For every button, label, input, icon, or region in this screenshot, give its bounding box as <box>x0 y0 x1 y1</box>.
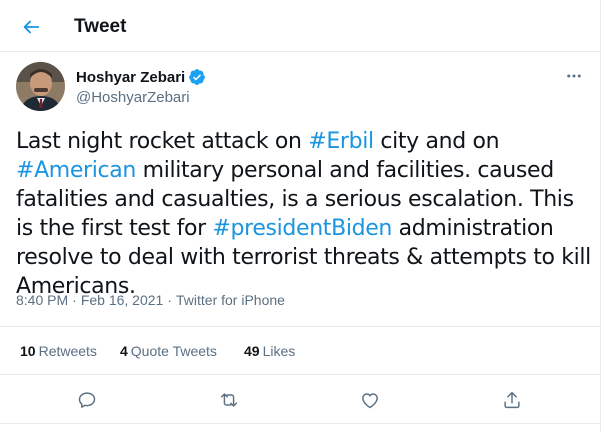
meta-separator: · <box>167 292 172 308</box>
tweet-actions <box>0 376 600 424</box>
tweet-page: Tweet Hoshyar Zebari @HoshyarZebari Last… <box>0 0 606 432</box>
tweet-date[interactable]: Feb 16, 2021 <box>81 292 164 308</box>
tweet-text-segment: city and on <box>373 129 500 154</box>
avatar-photo-icon <box>16 62 65 111</box>
engagement-stats: 10 Retweets 4 Quote Tweets 49 Likes <box>0 326 600 375</box>
tweet-meta: 8:40 PM · Feb 16, 2021 · Twitter for iPh… <box>16 292 285 308</box>
likes-label: Likes <box>262 343 296 359</box>
verified-badge-icon <box>189 69 206 85</box>
user-handle[interactable]: @HoshyarZebari <box>76 89 190 106</box>
column-border <box>600 0 601 432</box>
more-options-button[interactable] <box>562 64 586 88</box>
quote-tweets-stat[interactable]: 4 Quote Tweets <box>120 343 217 359</box>
tweet-author: Hoshyar Zebari @HoshyarZebari <box>16 62 586 114</box>
back-arrow-icon <box>23 20 40 34</box>
page-title: Tweet <box>74 16 127 37</box>
tweet-time[interactable]: 8:40 PM <box>16 292 68 308</box>
display-name[interactable]: Hoshyar Zebari <box>76 69 185 86</box>
tweet-text: Last night rocket attack on #Erbil city … <box>16 127 591 301</box>
retweets-count: 10 <box>20 343 36 359</box>
hashtag-link[interactable]: #American <box>16 158 136 183</box>
like-button[interactable] <box>358 388 382 412</box>
meta-separator: · <box>72 292 77 308</box>
tweet-source[interactable]: Twitter for iPhone <box>176 292 285 308</box>
likes-stat[interactable]: 49 Likes <box>244 343 295 359</box>
like-icon <box>362 393 378 409</box>
avatar[interactable] <box>16 62 65 111</box>
quote-tweets-label: Quote Tweets <box>130 343 217 359</box>
retweets-stat[interactable]: 10 Retweets <box>20 343 97 359</box>
hashtag-link[interactable]: #presidentBiden <box>212 216 392 241</box>
share-button[interactable] <box>500 388 524 412</box>
back-button[interactable] <box>14 10 48 44</box>
page-header: Tweet <box>0 0 600 52</box>
quote-tweets-count: 4 <box>120 343 128 359</box>
name-row: Hoshyar Zebari <box>76 68 206 86</box>
more-dots-icon <box>567 74 581 78</box>
retweet-icon <box>220 393 238 407</box>
likes-count: 49 <box>244 343 260 359</box>
retweets-label: Retweets <box>38 343 97 359</box>
hashtag-link[interactable]: #Erbil <box>308 129 374 154</box>
reply-icon <box>78 392 96 408</box>
tweet-text-segment: Last night rocket attack on <box>16 129 309 154</box>
retweet-button[interactable] <box>217 388 241 412</box>
reply-button[interactable] <box>75 388 99 412</box>
share-icon <box>504 391 520 409</box>
